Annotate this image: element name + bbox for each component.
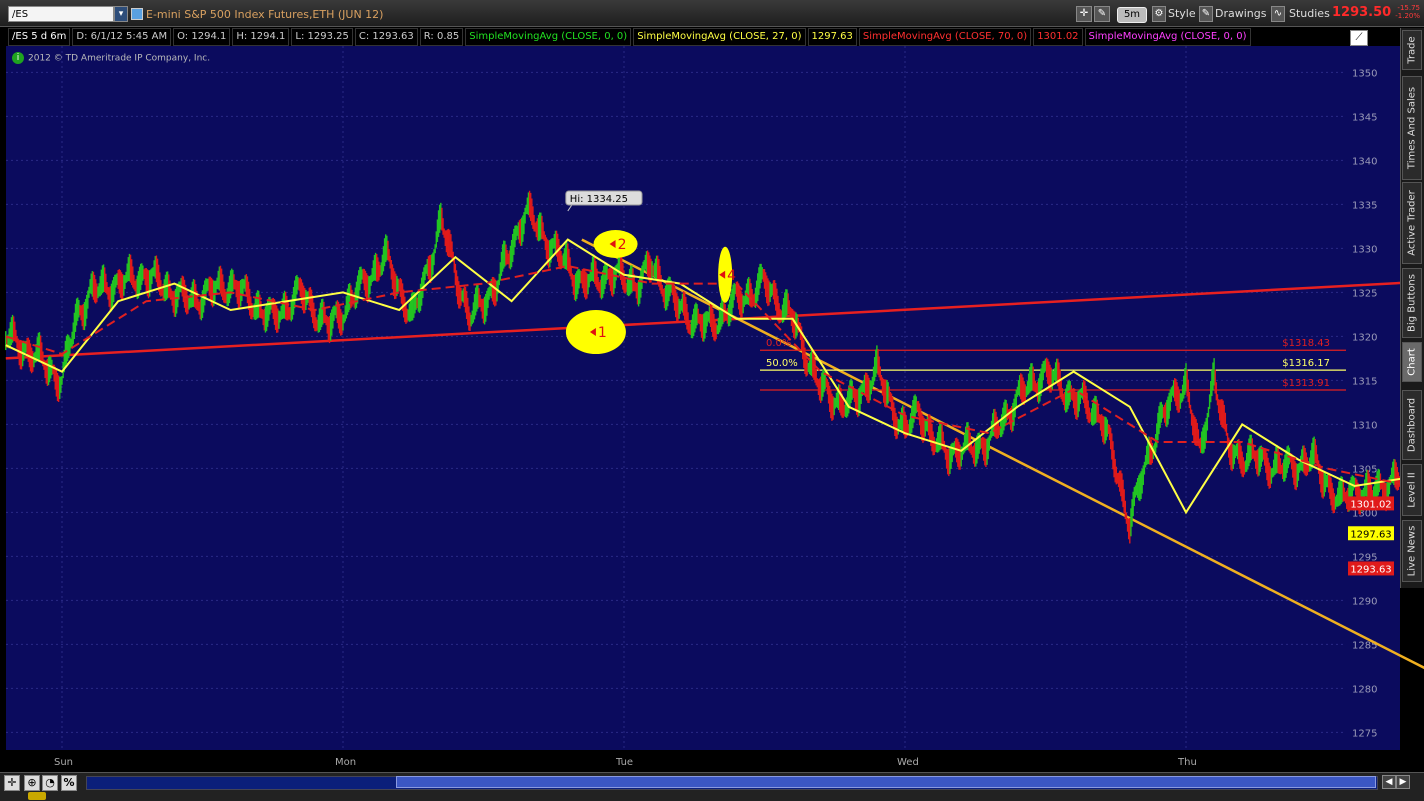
percent-scale-icon[interactable]: % xyxy=(61,775,77,791)
price-chart[interactable]: 1275128012851290129513001305131013151320… xyxy=(0,0,1424,800)
sma2-value: 1297.63 xyxy=(807,28,857,46)
studies-button[interactable]: Studies xyxy=(1289,6,1330,22)
drawings-button[interactable]: Drawings xyxy=(1215,6,1266,22)
crosshair-icon[interactable]: ✛ xyxy=(1076,6,1092,22)
pencil-icon[interactable]: ✎ xyxy=(1094,6,1110,22)
x-tick-label: Wed xyxy=(897,757,919,768)
annotation-label: 1 xyxy=(598,325,607,341)
side-tab-label: Dashboard xyxy=(1406,397,1418,453)
side-tab-level-ii[interactable]: Level II xyxy=(1402,464,1422,516)
sma2-label[interactable]: SimpleMovingAvg (CLOSE, 27, 0) xyxy=(633,28,806,46)
y-tick-label: 1325 xyxy=(1352,288,1377,299)
style-button[interactable]: Style xyxy=(1168,6,1196,22)
info-high: H: 1294.1 xyxy=(232,28,290,46)
instrument-description: E-mini S&P 500 Index Futures,ETH (JUN 12… xyxy=(146,8,384,21)
pan-icon[interactable]: ✛ xyxy=(4,775,20,791)
symbol-link-icon[interactable] xyxy=(131,8,143,20)
side-tab-label: Active Trader xyxy=(1406,190,1418,256)
y-tick-label: 1315 xyxy=(1352,376,1377,387)
fib-pct-label: 50.0% xyxy=(766,358,798,369)
y-tick-label: 1350 xyxy=(1352,68,1377,79)
fib-price-label: $1316.17 xyxy=(1282,358,1330,369)
fib-price-label: $1318.43 xyxy=(1282,338,1330,349)
axis-tag-label: 1301.02 xyxy=(1350,499,1391,510)
info-low: L: 1293.25 xyxy=(291,28,353,46)
x-tick-label: Thu xyxy=(1177,757,1197,768)
side-tab-chart[interactable]: Chart xyxy=(1402,342,1422,382)
copyright-text: 2012 © TD Ameritrade IP Company, Inc. xyxy=(28,53,211,64)
axis-tag-label: 1293.63 xyxy=(1350,564,1391,575)
fib-pct-label: 0.0% xyxy=(766,338,791,349)
side-tab-big-buttons[interactable]: Big Buttons xyxy=(1402,268,1422,338)
percent-change: -1.20% xyxy=(1395,12,1420,20)
side-tab-label: Chart xyxy=(1406,348,1418,376)
sma3-value: 1301.02 xyxy=(1033,28,1083,46)
side-tab-label: Big Buttons xyxy=(1406,274,1418,332)
side-tab-label: Live News xyxy=(1406,525,1418,577)
price-change: -15.75 -1.20% xyxy=(1378,4,1420,20)
sma4-label[interactable]: SimpleMovingAvg (CLOSE, 0, 0) xyxy=(1084,28,1251,46)
drawings-pen-icon[interactable]: ✎ xyxy=(1199,6,1213,22)
info-date: D: 6/1/12 5:45 AM xyxy=(72,28,172,46)
info-icon[interactable]: i xyxy=(12,52,24,64)
symbol-input[interactable]: /ES xyxy=(8,6,114,22)
y-tick-label: 1310 xyxy=(1352,420,1377,431)
axis-tag-label: 1297.63 xyxy=(1350,529,1391,540)
bottom-marker xyxy=(28,792,46,800)
info-range: R: 0.85 xyxy=(419,28,464,46)
info-period: /ES 5 d 6m xyxy=(8,28,71,46)
zoom-in-icon[interactable]: ⊕ xyxy=(24,775,40,791)
side-tab-label: Times And Sales xyxy=(1406,86,1418,170)
annotation-label: 2 xyxy=(618,237,627,253)
scroll-left-icon[interactable]: ◀ xyxy=(1382,775,1396,789)
side-tab-times-and-sales[interactable]: Times And Sales xyxy=(1402,76,1422,180)
x-tick-label: Sun xyxy=(54,757,73,768)
annotation-label: 4 xyxy=(727,268,736,284)
x-tick-label: Mon xyxy=(335,757,356,768)
side-tab-trade[interactable]: Trade xyxy=(1402,30,1422,70)
y-tick-label: 1275 xyxy=(1352,728,1377,739)
y-tick-label: 1345 xyxy=(1352,112,1377,123)
y-tick-label: 1330 xyxy=(1352,244,1377,255)
scroll-right-icon[interactable]: ▶ xyxy=(1396,775,1410,789)
side-tab-dashboard[interactable]: Dashboard xyxy=(1402,390,1422,460)
side-tab-active-trader[interactable]: Active Trader xyxy=(1402,182,1422,264)
net-change: -15.75 xyxy=(1397,4,1420,12)
y-tick-label: 1340 xyxy=(1352,156,1377,167)
x-tick-label: Tue xyxy=(615,757,633,768)
y-tick-label: 1280 xyxy=(1352,684,1377,695)
axis-settings-icon[interactable]: ⟋ xyxy=(1350,30,1368,46)
y-tick-label: 1335 xyxy=(1352,200,1377,211)
side-tab-label: Level II xyxy=(1406,472,1418,508)
side-tab-label: Trade xyxy=(1406,36,1418,64)
time-scrollbar-thumb[interactable] xyxy=(396,776,1376,788)
info-open: O: 1294.1 xyxy=(173,28,231,46)
symbol-dropdown-button[interactable]: ▾ xyxy=(114,6,128,22)
fib-price-label: $1313.91 xyxy=(1282,378,1330,389)
zoom-out-icon[interactable]: ◔ xyxy=(42,775,58,791)
style-gear-icon[interactable]: ⚙ xyxy=(1152,6,1166,22)
sma3-label[interactable]: SimpleMovingAvg (CLOSE, 70, 0) xyxy=(858,28,1032,46)
y-tick-label: 1290 xyxy=(1352,596,1377,607)
studies-icon[interactable]: ∿ xyxy=(1271,6,1285,22)
copyright-notice: i 2012 © TD Ameritrade IP Company, Inc. xyxy=(12,52,210,64)
info-close: C: 1293.63 xyxy=(354,28,418,46)
marker-label: Hi: 1334.25 xyxy=(570,194,628,205)
y-tick-label: 1320 xyxy=(1352,332,1377,343)
sma1-label[interactable]: SimpleMovingAvg (CLOSE, 0, 0) xyxy=(465,28,632,46)
timeframe-button[interactable]: 5m xyxy=(1117,7,1147,23)
x-axis-labels: SunMonTueWedThuFri xyxy=(54,757,1197,768)
side-tab-live-news[interactable]: Live News xyxy=(1402,520,1422,582)
axis-price-tags: 1301.02 1297.63 1293.63 xyxy=(1348,496,1394,576)
chart-info-bar: /ES 5 d 6m D: 6/1/12 5:45 AM O: 1294.1 H: 1… xyxy=(8,28,1348,46)
